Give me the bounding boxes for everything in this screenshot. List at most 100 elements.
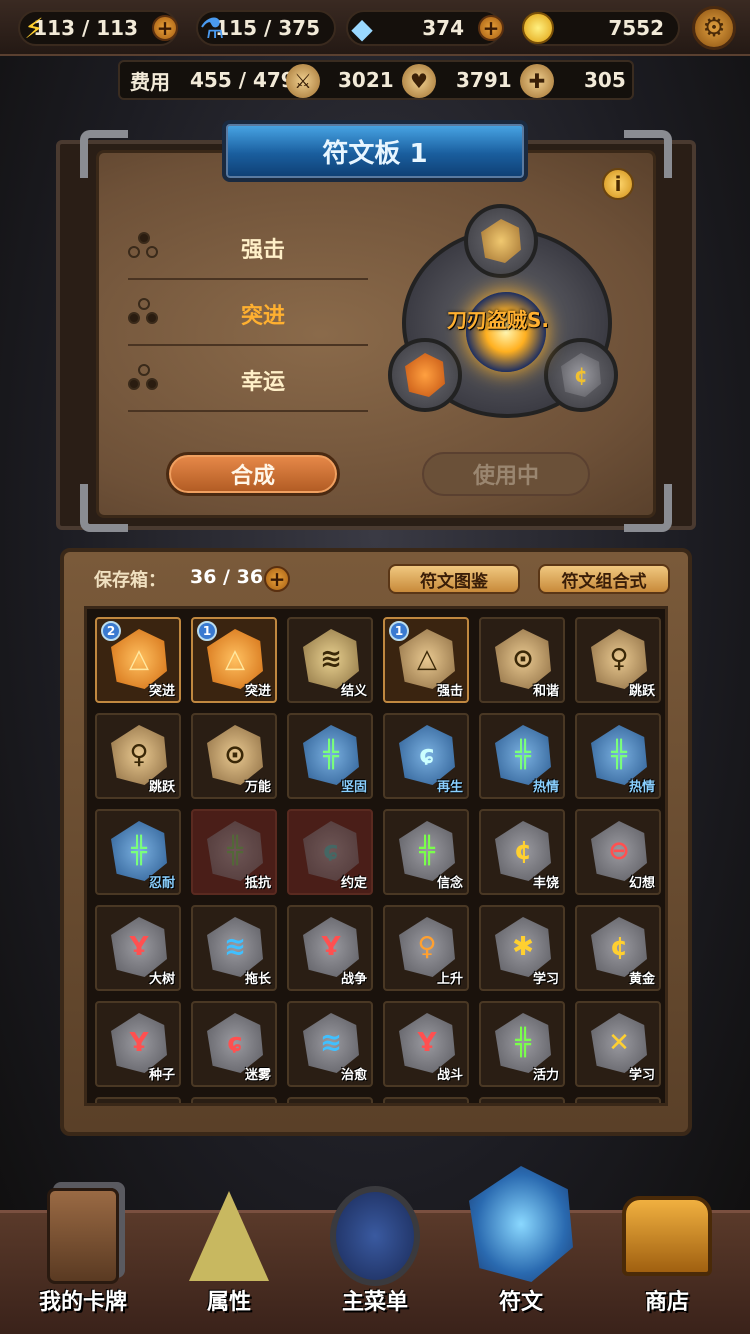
rune-stone-icon <box>466 1164 576 1284</box>
rune-name: 和谐 <box>532 684 559 699</box>
rune-cell[interactable]: Ұ 大树 <box>95 905 181 991</box>
add-gems-button[interactable]: + <box>478 15 504 41</box>
rune-name: 约定 <box>340 876 367 891</box>
effect-label: 幸运 <box>240 370 285 395</box>
rune-name: 学习 <box>628 1068 655 1083</box>
rune-name: 突进 <box>244 684 271 699</box>
rune-name: 结义 <box>340 684 367 699</box>
rune-cell[interactable]: ╬ 坚固 <box>287 713 373 799</box>
rune-cell[interactable]: ≋ 结义 <box>287 617 373 703</box>
rune-cell[interactable] <box>575 1097 661 1103</box>
frame-corner <box>80 484 128 532</box>
rune-cell[interactable]: ɕ 迷雾 <box>191 1001 277 1087</box>
rune-cell[interactable]: ɕ 约定 <box>287 809 373 895</box>
rune-name: 黄金 <box>628 972 655 987</box>
rune-cell[interactable]: ╬ 抵抗 <box>191 809 277 895</box>
rune-cell[interactable]: ╬ 信念 <box>383 809 469 895</box>
rune-cell[interactable]: △ 2 突进 <box>95 617 181 703</box>
rune-name: 战斗 <box>436 1068 463 1083</box>
rune-name: 幻想 <box>628 876 655 891</box>
rune-cell[interactable]: ⊙ 万能 <box>191 713 277 799</box>
rune-name: 强击 <box>436 684 463 699</box>
expand-storage-button[interactable]: + <box>264 566 290 592</box>
rune-cell[interactable]: △ 1 强击 <box>383 617 469 703</box>
treasure-chest-icon <box>622 1186 712 1286</box>
info-icon[interactable]: i <box>602 168 634 200</box>
rune-name: 热情 <box>628 780 655 795</box>
potion-icon: ⚗ <box>199 11 225 45</box>
gold-coin-icon <box>516 6 560 50</box>
frame-corner <box>624 484 672 532</box>
rune-cell[interactable]: ≋ 治愈 <box>287 1001 373 1087</box>
gold-counter: 7552 <box>522 10 680 46</box>
nav-shop[interactable]: 商店 <box>592 1176 742 1334</box>
storage-label: 保存箱： <box>94 570 166 591</box>
rune-name: 突进 <box>148 684 175 699</box>
rune-cell[interactable]: ⊙ 和谐 <box>479 617 565 703</box>
rune-cell[interactable] <box>383 1097 469 1103</box>
nav-attributes[interactable]: 属性 <box>154 1176 304 1334</box>
nav-my-cards[interactable]: 我的卡牌 <box>8 1176 158 1334</box>
rune-combo-button[interactable]: 符文组合式 <box>538 564 670 594</box>
nav-label: 符文 <box>498 1290 543 1315</box>
rune-cell[interactable] <box>95 1097 181 1103</box>
cost-value: 455 / 479 <box>190 68 295 92</box>
dots-icon <box>128 364 162 394</box>
rune-cell[interactable]: ¢ 丰饶 <box>479 809 565 895</box>
rune-catalog-button[interactable]: 符文图鉴 <box>388 564 520 594</box>
rune-count-badge: 2 <box>101 621 121 641</box>
card-deck-icon <box>38 1186 128 1286</box>
rune-cell[interactable]: ♀ 跳跃 <box>575 617 661 703</box>
add-energy-button[interactable]: + <box>152 15 178 41</box>
rune-cell[interactable] <box>287 1097 373 1103</box>
effect-row: 幸运 <box>128 346 368 412</box>
rune-slot-right[interactable]: ¢ <box>544 338 618 412</box>
rune-cell[interactable]: ✕ 学习 <box>575 1001 661 1087</box>
nav-label: 属性 <box>206 1290 251 1315</box>
resource-bar: ⚡ 113 / 113 + ⚗ 115 / 375 ◆ 374 + 7552 ⚙ <box>0 0 750 56</box>
rune-cell[interactable]: ╬ 活力 <box>479 1001 565 1087</box>
rune-cell[interactable]: ≋ 拖长 <box>191 905 277 991</box>
heal-value: 305 <box>584 68 626 92</box>
settings-gear-icon[interactable]: ⚙ <box>692 6 736 50</box>
triangle-icon <box>184 1186 274 1286</box>
rune-cell[interactable]: △ 1 突进 <box>191 617 277 703</box>
nav-main-menu[interactable]: 主菜单 <box>300 1176 450 1334</box>
attack-value: 3021 <box>338 68 394 92</box>
nav-runes-active[interactable]: 符文 <box>446 1166 596 1334</box>
rune-cell[interactable]: ¢ 黄金 <box>575 905 661 991</box>
in-use-button[interactable]: 使用中 <box>422 452 590 496</box>
rune-cell[interactable]: Ұ 战争 <box>287 905 373 991</box>
rune-cell[interactable]: ♀ 上升 <box>383 905 469 991</box>
rune-count-badge: 1 <box>197 621 217 641</box>
rune-cell[interactable]: ɕ 再生 <box>383 713 469 799</box>
rune-name: 拖长 <box>244 972 271 987</box>
nav-label: 商店 <box>644 1290 689 1315</box>
rune-cell[interactable]: ╬ 忍耐 <box>95 809 181 895</box>
rune-cell[interactable]: Ұ 战斗 <box>383 1001 469 1087</box>
rune-cell[interactable]: ╬ 热情 <box>479 713 565 799</box>
rune-cell[interactable]: ✱ 学习 <box>479 905 565 991</box>
dots-icon <box>128 232 162 262</box>
rune-cell[interactable]: ⊖ 幻想 <box>575 809 661 895</box>
rune-cell[interactable]: ╬ 热情 <box>575 713 661 799</box>
rune-name: 信念 <box>436 876 463 891</box>
rune-name: 丰饶 <box>532 876 559 891</box>
rune-slot-top[interactable] <box>464 204 538 278</box>
rune-set-name: 刀刃盗贼S. <box>446 308 549 332</box>
gem-value: 374 <box>422 16 464 40</box>
rune-name: 迷雾 <box>244 1068 271 1083</box>
rune-cell[interactable] <box>479 1097 565 1103</box>
rune-cell[interactable]: ♀ 跳跃 <box>95 713 181 799</box>
hp-value: 3791 <box>456 68 512 92</box>
effect-label: 强击 <box>240 238 285 263</box>
rune-name: 坚固 <box>340 780 367 795</box>
rune-slot-left[interactable] <box>388 338 462 412</box>
potion-counter: ⚗ 115 / 375 <box>196 10 336 46</box>
frame-corner <box>80 130 128 178</box>
rune-cell[interactable]: Ұ 种子 <box>95 1001 181 1087</box>
storage-count: 36 / 36 <box>190 566 264 588</box>
rune-cell[interactable] <box>191 1097 277 1103</box>
combine-button[interactable]: 合成 <box>166 452 340 496</box>
rune-count-badge: 1 <box>389 621 409 641</box>
